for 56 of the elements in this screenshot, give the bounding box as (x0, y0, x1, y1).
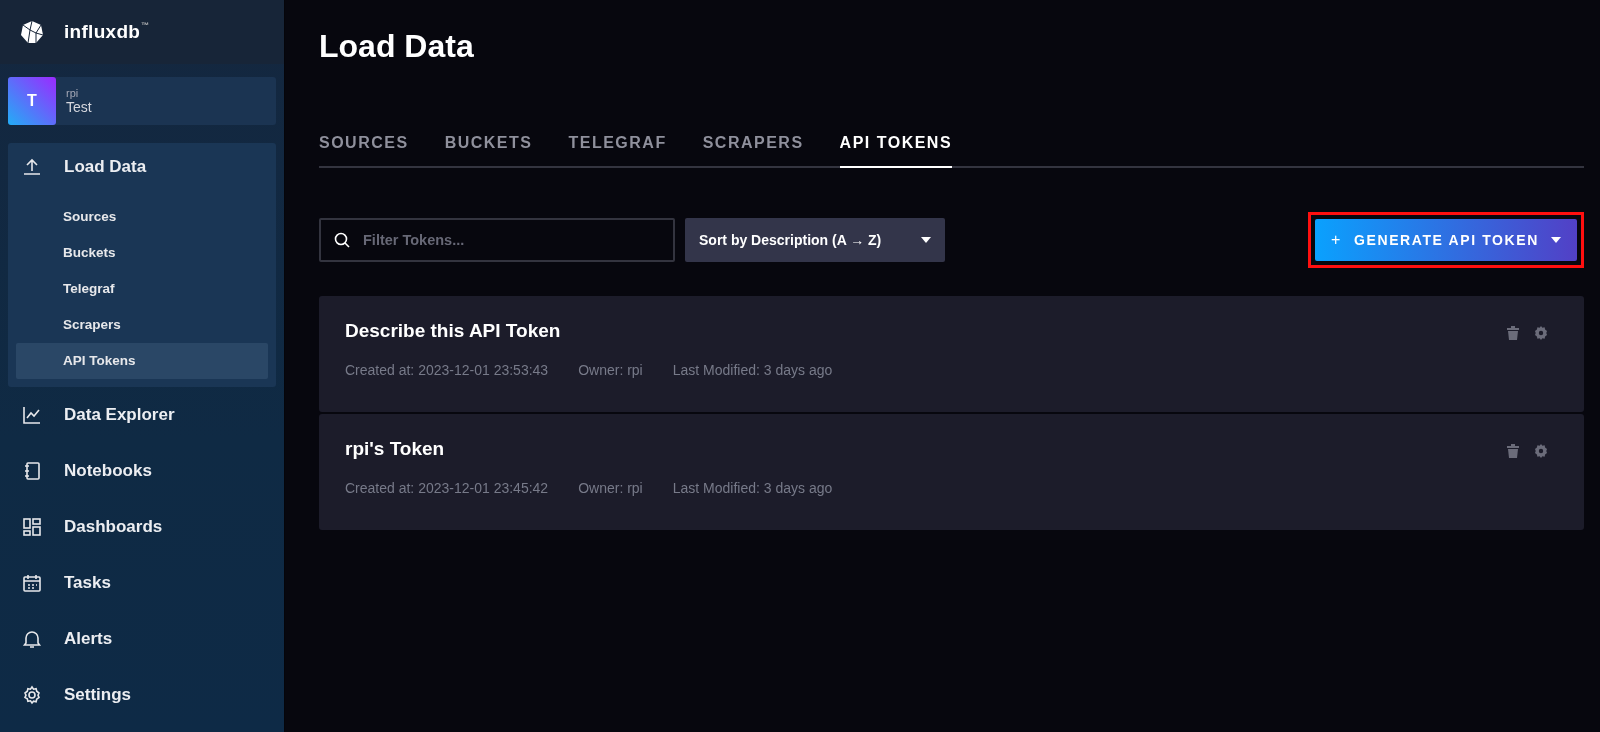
settings-icon (22, 685, 42, 705)
trash-icon[interactable] (1506, 326, 1520, 340)
settings-icon[interactable] (1534, 444, 1548, 458)
search-field[interactable]: Filter Tokens... (319, 218, 675, 262)
generate-token-button[interactable]: + GENERATE API TOKEN (1315, 219, 1577, 261)
nav-label: Settings (64, 685, 132, 705)
submenu-item[interactable]: API Tokens (16, 343, 268, 379)
caret-icon (1551, 237, 1561, 243)
nav-item[interactable]: Alerts (8, 611, 284, 667)
last-modified: Last Modified: 3 days ago (672, 362, 833, 378)
calendar-icon (22, 573, 42, 593)
tab[interactable]: SCRAPERS (702, 128, 804, 168)
bell-icon (22, 629, 42, 649)
upload-icon (22, 157, 42, 177)
tab[interactable]: SOURCES (319, 128, 409, 168)
created-at: Created at: 2023-12-01 23:45:42 (345, 480, 549, 496)
polyhedron-logo-icon (20, 20, 44, 44)
tab[interactable]: BUCKETS (444, 128, 533, 168)
user-name: rpi (66, 87, 80, 99)
line-chart-icon (22, 405, 42, 425)
search-icon (334, 232, 350, 248)
page-title: Load Data (319, 28, 475, 65)
last-modified: Last Modified: 3 days ago (672, 480, 833, 496)
trash-icon[interactable] (1506, 444, 1520, 458)
tab[interactable]: TELEGRAF (568, 128, 667, 168)
submenu-item[interactable]: Sources (16, 199, 268, 235)
nav-item[interactable]: Settings (8, 667, 284, 723)
nav-item[interactable]: Notebooks (8, 443, 284, 499)
token-description: Describe this API Token (345, 320, 561, 342)
tab[interactable]: API TOKENS (839, 128, 953, 168)
caret-icon (921, 237, 931, 243)
nav-item[interactable]: Data Explorer (8, 387, 284, 443)
nav-label: Load Data (64, 157, 147, 177)
nav-item[interactable]: Tasks (8, 555, 284, 611)
notebook-icon (22, 461, 42, 481)
org-name: Test (66, 99, 92, 115)
submenu-item[interactable]: Buckets (16, 235, 268, 271)
nav-label: Alerts (64, 629, 113, 649)
brand-name: influxdb™ (64, 21, 150, 43)
nav-item[interactable]: Dashboards (8, 499, 284, 555)
submenu-item[interactable]: Telegraf (16, 271, 268, 307)
nav-label: Notebooks (64, 461, 152, 481)
owner: Owner: rpi (578, 480, 643, 496)
owner: Owner: rpi (578, 362, 643, 378)
nav-label: Tasks (64, 573, 111, 593)
sort-dropdown[interactable]: Sort by Description (A → Z) (685, 218, 945, 262)
nav-label: Data Explorer (64, 405, 175, 425)
nav-label: Dashboards (64, 517, 163, 537)
token-description: rpi's Token (345, 438, 445, 460)
org-switcher[interactable]: T rpi Test (8, 77, 276, 125)
nav-item[interactable]: Load Data (8, 143, 276, 191)
submenu-item[interactable]: Scrapers (16, 307, 268, 343)
org-avatar: T (8, 77, 56, 125)
settings-icon[interactable] (1534, 326, 1548, 340)
dashboard-icon (22, 517, 42, 537)
created-at: Created at: 2023-12-01 23:53:43 (345, 362, 549, 378)
